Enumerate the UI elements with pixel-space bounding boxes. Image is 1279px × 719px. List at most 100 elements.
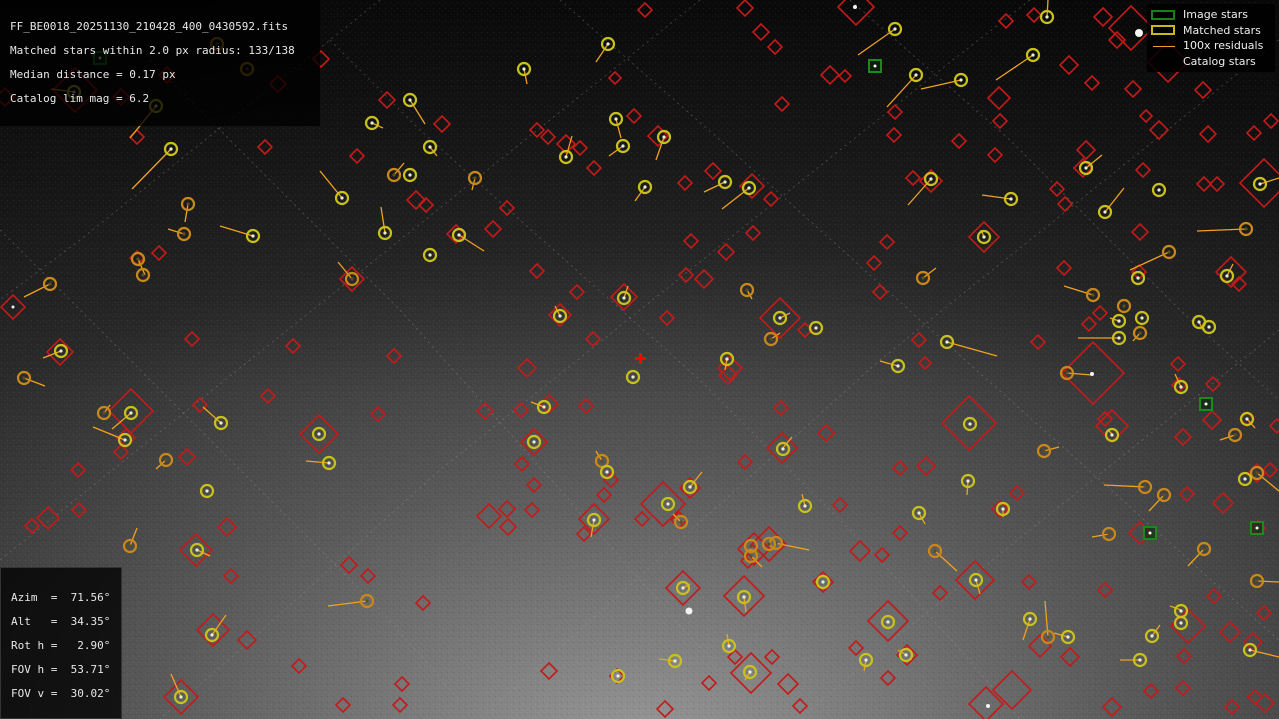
matched-star-core (1157, 188, 1161, 192)
matched-star-core (1107, 532, 1111, 536)
matched-star-core (1045, 15, 1049, 19)
matched-star-core (727, 644, 731, 648)
altitude-readout: Alt = 34.35° (11, 615, 111, 628)
matched-star-core (350, 277, 354, 281)
matched-star-core (1110, 433, 1114, 437)
matched-star-core (1009, 197, 1013, 201)
matched-star-core (1031, 53, 1035, 57)
matched-star-core (1197, 320, 1201, 324)
matched-star-core (457, 233, 461, 237)
legend-residuals-label: 100x residuals (1183, 39, 1264, 53)
center-marker-v (639, 353, 642, 364)
matched-star-core (886, 620, 890, 624)
matched-star-core (195, 548, 199, 552)
matched-star-core (781, 447, 785, 451)
matched-star-core (600, 459, 604, 463)
legend-image-stars: Image stars (1151, 7, 1271, 23)
matched-star-core (1255, 579, 1259, 583)
matched-star-core (1122, 304, 1126, 308)
matched-star-core (747, 186, 751, 190)
matched-star-core (803, 504, 807, 508)
matched-star-core (182, 232, 186, 236)
matched-star-core (1042, 449, 1046, 453)
matched-star-core (662, 135, 666, 139)
matched-star-core (631, 375, 635, 379)
matched-star-core (742, 595, 746, 599)
matched-star-core (945, 340, 949, 344)
matched-star-core (1179, 385, 1183, 389)
matched-star-core (621, 144, 625, 148)
matched-star-core (1245, 417, 1249, 421)
fov-vertical-readout: FOV v = 30.02° (11, 687, 111, 700)
matched-star-core (966, 479, 970, 483)
matched-star-core (1140, 316, 1144, 320)
matched-star-core (666, 502, 670, 506)
matched-star-core (688, 485, 692, 489)
matched-star-core (558, 314, 562, 318)
image-star-core (1148, 531, 1152, 535)
matched-star-core (1162, 493, 1166, 497)
matched-star-core (1091, 293, 1095, 297)
matched-star-core (921, 276, 925, 280)
bright-star (1090, 372, 1094, 376)
matched-star-core (679, 520, 683, 524)
matched-star-core (522, 67, 526, 71)
matched-star-core (814, 326, 818, 330)
matched-star-core (1233, 433, 1237, 437)
matched-star-core (1225, 274, 1229, 278)
matched-star-core (622, 296, 626, 300)
legend-catalog-stars-label: Catalog stars (1183, 54, 1256, 68)
matched-star-core (532, 440, 536, 444)
green-box-icon (1151, 9, 1177, 21)
orange-line-icon (1151, 40, 1177, 52)
fov-horizontal-readout: FOV h = 53.71° (11, 663, 111, 676)
matched-star-core (1179, 621, 1183, 625)
fits-filename: FF_BE0018_20251130_210428_400_0430592.fi… (10, 20, 289, 33)
matched-star-core (1248, 648, 1252, 652)
matched-star-core (59, 349, 63, 353)
matched-star-core (1084, 166, 1088, 170)
matched-star-core (904, 653, 908, 657)
matched-star-core (1001, 507, 1005, 511)
matched-star-core (136, 257, 140, 261)
matched-star-core (1244, 227, 1248, 231)
matched-star-core (968, 422, 972, 426)
matched-star-core (592, 518, 596, 522)
matched-star-core (821, 580, 825, 584)
matched-star-core (616, 674, 620, 678)
matched-star-core (767, 542, 771, 546)
matched-star-core (1179, 609, 1183, 613)
matched-star-core (1136, 276, 1140, 280)
matched-star-core (327, 461, 331, 465)
matched-star-core (614, 117, 618, 121)
matched-star-core (1150, 634, 1154, 638)
matched-star-core (1138, 658, 1142, 662)
matched-star-core (141, 273, 145, 277)
yellow-box-icon (1151, 24, 1177, 36)
rotation-readout: Rot h = 2.90° (11, 639, 111, 652)
matched-star-core (219, 421, 223, 425)
matched-star-core (681, 586, 685, 590)
matched-star-core (769, 337, 773, 341)
matched-star-core (1255, 471, 1259, 475)
matched-star-core (186, 202, 190, 206)
image-star-core (873, 64, 877, 68)
bright-star (986, 704, 990, 708)
matched-star-core (606, 42, 610, 46)
matched-star-core (1202, 547, 1206, 551)
matched-stars-line: Matched stars within 2.0 px radius: 133/… (10, 44, 295, 57)
matched-star-core (251, 234, 255, 238)
matched-star-core (725, 357, 729, 361)
matched-star-core (1258, 182, 1262, 186)
matched-star-core (982, 235, 986, 239)
bright-star (11, 305, 15, 309)
matched-star-core (48, 282, 52, 286)
matched-star-core (428, 253, 432, 257)
matched-star-core (1117, 319, 1121, 323)
matched-star-core (317, 432, 321, 436)
matched-star-core (365, 599, 369, 603)
legend: Image stars Matched stars 100x residuals… (1147, 4, 1275, 72)
matched-star-core (205, 489, 209, 493)
matched-star-core (164, 458, 168, 462)
matched-star-core (210, 633, 214, 637)
